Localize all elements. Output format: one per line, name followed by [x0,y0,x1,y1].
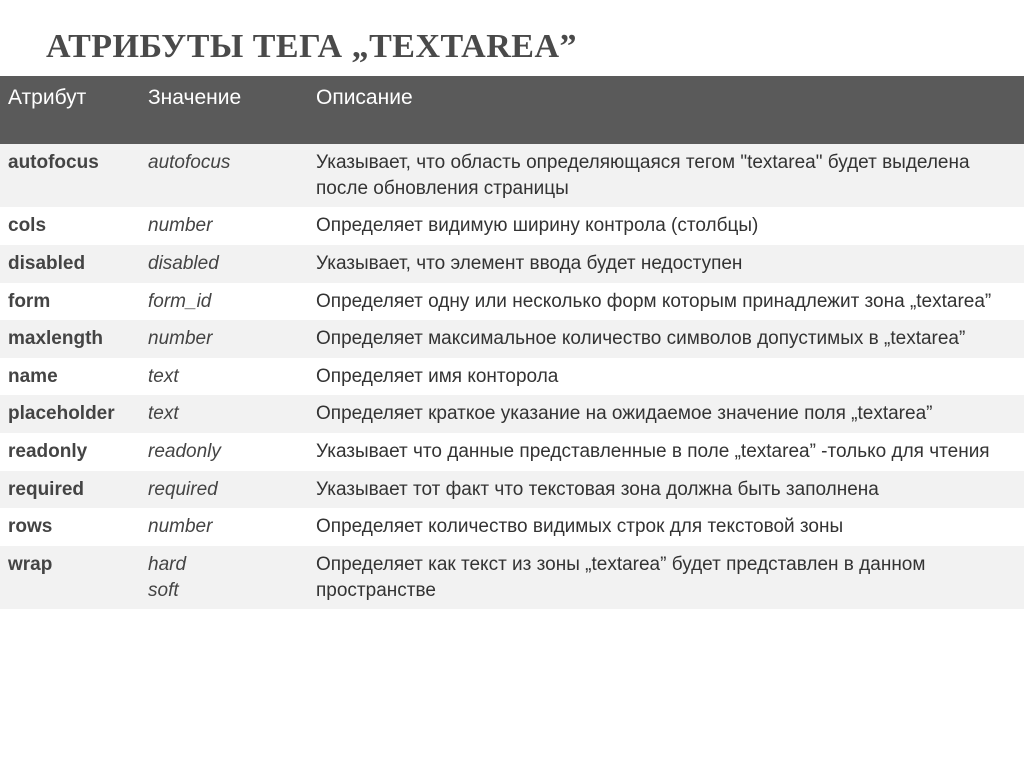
attribute-cell: rows [0,508,140,546]
attributes-table: Атрибут Значение Описание autofocusautof… [0,76,1024,609]
attribute-cell: maxlength [0,320,140,358]
description-cell: Определяет как текст из зоны „textarea” … [308,546,1024,609]
header-description: Описание [308,76,1024,144]
table-row: formform_idОпределяет одну или несколько… [0,283,1024,321]
description-cell: Указывает, что область определяющаяся те… [308,144,1024,207]
value-cell: number [140,320,308,358]
attribute-cell: cols [0,207,140,245]
value-cell: disabled [140,245,308,283]
attribute-cell: name [0,358,140,396]
description-cell: Указывает что данные представленные в по… [308,433,1024,471]
table-row: placeholdertextОпределяет краткое указан… [0,395,1024,433]
header-value: Значение [140,76,308,144]
description-cell: Определяет видимую ширину контрола (стол… [308,207,1024,245]
table-row: disableddisabledУказывает, что элемент в… [0,245,1024,283]
table-row: colsnumberОпределяет видимую ширину конт… [0,207,1024,245]
value-cell: hard soft [140,546,308,609]
description-cell: Определяет краткое указание на ожидаемое… [308,395,1024,433]
table-row: readonlyreadonlyУказывает что данные пре… [0,433,1024,471]
attribute-cell: wrap [0,546,140,609]
page-title: АТРИБУТЫ ТЕГА „TEXTAREA” [0,0,1024,76]
table-row: autofocusautofocusУказывает, что область… [0,144,1024,207]
attribute-cell: form [0,283,140,321]
table-row: nametextОпределяет имя конторола [0,358,1024,396]
attribute-cell: readonly [0,433,140,471]
attribute-cell: disabled [0,245,140,283]
attribute-cell: placeholder [0,395,140,433]
description-cell: Указывает тот факт что текстовая зона до… [308,471,1024,509]
description-cell: Определяет одну или несколько форм котор… [308,283,1024,321]
table-row: wraphard softОпределяет как текст из зон… [0,546,1024,609]
value-cell: required [140,471,308,509]
value-cell: readonly [140,433,308,471]
description-cell: Определяет имя конторола [308,358,1024,396]
value-cell: autofocus [140,144,308,207]
attribute-cell: autofocus [0,144,140,207]
description-cell: Определяет количество видимых строк для … [308,508,1024,546]
value-cell: text [140,358,308,396]
description-cell: Определяет максимальное количество симво… [308,320,1024,358]
table-row: requiredrequiredУказывает тот факт что т… [0,471,1024,509]
value-cell: number [140,207,308,245]
value-cell: number [140,508,308,546]
value-cell: text [140,395,308,433]
table-row: rowsnumberОпределяет количество видимых … [0,508,1024,546]
header-attribute: Атрибут [0,76,140,144]
table-row: maxlengthnumberОпределяет максимальное к… [0,320,1024,358]
value-cell: form_id [140,283,308,321]
attribute-cell: required [0,471,140,509]
description-cell: Указывает, что элемент ввода будет недос… [308,245,1024,283]
